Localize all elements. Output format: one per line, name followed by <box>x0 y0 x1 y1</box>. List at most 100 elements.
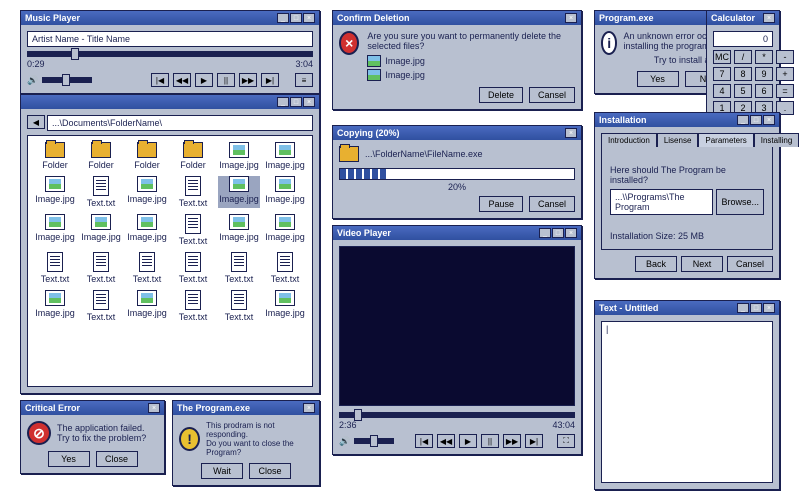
calc-key-=[interactable]: = <box>776 84 794 98</box>
next-button[interactable]: Next <box>681 256 723 272</box>
file-item[interactable]: Image.jpg <box>126 176 168 208</box>
file-item[interactable]: Folder <box>172 142 214 170</box>
back-button[interactable]: Back <box>635 256 677 272</box>
file-item[interactable]: Image.jpg <box>264 214 306 246</box>
text-area[interactable]: | <box>601 321 773 483</box>
titlebar[interactable]: _□× <box>21 95 319 109</box>
forward-button[interactable]: ▶▶ <box>503 434 521 448</box>
calc-key-MC[interactable]: MC <box>713 50 731 64</box>
file-item[interactable]: Text.txt <box>218 252 260 284</box>
pause-button[interactable]: || <box>481 434 499 448</box>
file-item[interactable]: Folder <box>126 142 168 170</box>
file-item[interactable]: Image.jpg <box>34 214 76 246</box>
file-item[interactable]: Image.jpg <box>126 290 168 322</box>
file-item[interactable]: Image.jpg <box>218 176 260 208</box>
cancel-button[interactable]: Cansel <box>529 87 575 103</box>
back-button[interactable]: ◀ <box>27 115 45 129</box>
file-item[interactable]: Text.txt <box>80 290 122 322</box>
file-item[interactable]: Image.jpg <box>34 290 76 322</box>
play-button[interactable]: ▶ <box>459 434 477 448</box>
close-button[interactable]: × <box>565 13 577 23</box>
file-item[interactable]: Text.txt <box>126 252 168 284</box>
install-path-field[interactable]: ...\\Programs\The Program <box>610 189 713 215</box>
titlebar[interactable]: Text - Untitled_□× <box>595 301 779 315</box>
volume-slider[interactable] <box>42 77 92 83</box>
cancel-button[interactable]: Cansel <box>529 196 575 212</box>
maximize-button[interactable]: □ <box>552 228 564 238</box>
minimize-button[interactable]: _ <box>737 303 749 313</box>
calc-key-*[interactable]: * <box>755 50 773 64</box>
seek-slider[interactable] <box>339 412 575 418</box>
calc-key-+[interactable]: + <box>776 67 794 81</box>
calc-key-9[interactable]: 9 <box>755 67 773 81</box>
minimize-button[interactable]: _ <box>277 13 289 23</box>
file-item[interactable]: Image.jpg <box>264 176 306 208</box>
titlebar[interactable]: Copying (20%)× <box>333 126 581 140</box>
delete-button[interactable]: Delete <box>479 87 523 103</box>
tab-introduction[interactable]: Introduction <box>601 133 657 147</box>
seek-slider[interactable] <box>27 51 313 57</box>
file-item[interactable]: Text.txt <box>172 252 214 284</box>
calc-key-/[interactable]: / <box>734 50 752 64</box>
close-button[interactable]: × <box>303 13 315 23</box>
file-item[interactable]: Image.jpg <box>264 142 306 170</box>
next-button[interactable]: ▶| <box>525 434 543 448</box>
browse-button[interactable]: Browse... <box>716 189 764 215</box>
calc-key-6[interactable]: 6 <box>755 84 773 98</box>
next-button[interactable]: ▶| <box>261 73 279 87</box>
volume-slider[interactable] <box>354 438 394 444</box>
file-item[interactable]: Text.txt <box>34 252 76 284</box>
prev-button[interactable]: |◀ <box>415 434 433 448</box>
tab-lisense[interactable]: Lisense <box>657 133 699 147</box>
close-button[interactable]: × <box>565 128 577 138</box>
titlebar[interactable]: Video Player_□× <box>333 226 581 240</box>
minimize-button[interactable]: _ <box>539 228 551 238</box>
file-item[interactable]: Text.txt <box>172 214 214 246</box>
close-button[interactable]: × <box>763 303 775 313</box>
file-item[interactable]: Text.txt <box>218 290 260 322</box>
file-item[interactable]: Text.txt <box>264 252 306 284</box>
play-button[interactable]: ▶ <box>195 73 213 87</box>
titlebar[interactable]: Music Player_□× <box>21 11 319 25</box>
wait-button[interactable]: Wait <box>201 463 243 479</box>
close-btn[interactable]: Close <box>249 463 291 479</box>
titlebar[interactable]: Installation_□× <box>595 113 779 127</box>
close-button[interactable]: × <box>763 115 775 125</box>
close-button[interactable]: × <box>303 97 315 107</box>
close-button[interactable]: × <box>148 403 160 413</box>
maximize-button[interactable]: □ <box>750 303 762 313</box>
calc-key--[interactable]: - <box>776 50 794 64</box>
minimize-button[interactable]: _ <box>737 115 749 125</box>
file-item[interactable]: Folder <box>34 142 76 170</box>
pause-button[interactable]: Pause <box>479 196 523 212</box>
prev-button[interactable]: |◀ <box>151 73 169 87</box>
file-item[interactable]: Image.jpg <box>218 142 260 170</box>
minimize-button[interactable]: _ <box>277 97 289 107</box>
file-item[interactable]: Text.txt <box>80 252 122 284</box>
fullscreen-button[interactable]: ⛶ <box>557 434 575 448</box>
close-button[interactable]: × <box>565 228 577 238</box>
titlebar[interactable]: Critical Error× <box>21 401 164 415</box>
titlebar[interactable]: Confirm Deletion× <box>333 11 581 25</box>
yes-button[interactable]: Yes <box>48 451 90 467</box>
file-item[interactable]: Text.txt <box>172 290 214 322</box>
pause-button[interactable]: || <box>217 73 235 87</box>
file-item[interactable]: Text.txt <box>80 176 122 208</box>
file-item[interactable]: Folder <box>80 142 122 170</box>
tab-parameters[interactable]: Parameters <box>698 133 753 147</box>
video-area[interactable] <box>339 246 575 406</box>
file-item[interactable]: Image.jpg <box>126 214 168 246</box>
file-item[interactable]: Text.txt <box>172 176 214 208</box>
calc-key-5[interactable]: 5 <box>734 84 752 98</box>
playlist-button[interactable]: ≡ <box>295 73 313 87</box>
maximize-button[interactable]: □ <box>290 13 302 23</box>
rewind-button[interactable]: ◀◀ <box>173 73 191 87</box>
tab-installing[interactable]: Installing <box>754 133 800 147</box>
file-item[interactable]: Image.jpg <box>264 290 306 322</box>
titlebar[interactable]: The Program.exe× <box>173 401 319 415</box>
yes-button[interactable]: Yes <box>637 71 679 87</box>
file-item[interactable]: Image.jpg <box>80 214 122 246</box>
maximize-button[interactable]: □ <box>750 115 762 125</box>
calc-key-7[interactable]: 7 <box>713 67 731 81</box>
calc-key-4[interactable]: 4 <box>713 84 731 98</box>
